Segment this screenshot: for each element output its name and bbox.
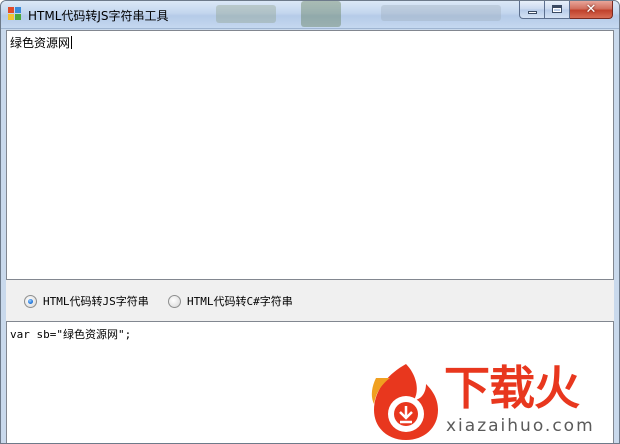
text-caret [71,36,73,49]
radio-html-to-csharp-label: HTML代码转C#字符串 [187,295,293,308]
close-button[interactable]: ✕ [570,1,613,19]
radio-html-to-js[interactable]: HTML代码转JS字符串 [24,293,149,309]
title-bar[interactable]: HTML代码转JS字符串工具 ✕ [1,1,619,29]
glass-reflection [216,5,276,23]
watermark-logo: 下载火 xiazaihuo.com [366,360,620,444]
html-input-textarea[interactable]: 绿色资源网 [6,30,614,280]
maximize-icon [552,5,562,13]
caption-buttons: ✕ [519,1,613,20]
radio-unselected-icon[interactable] [168,294,181,308]
glass-reflection [381,5,501,21]
glass-reflection [301,1,341,27]
window-title: HTML代码转JS字符串工具 [28,9,169,23]
radio-selected-icon[interactable] [24,294,37,308]
flame-logo-icon [371,364,438,440]
output-value: var sb="绿色资源网"; [10,328,132,341]
radio-html-to-csharp[interactable]: HTML代码转C#字符串 [168,293,293,309]
minimize-button[interactable] [519,1,545,19]
minimize-icon [528,11,537,14]
conversion-mode-group: HTML代码转JS字符串 HTML代码转C#字符串 [6,288,614,314]
watermark-brand-en: xiazaihuo.com [446,416,595,436]
app-icon [8,7,22,21]
close-icon: ✕ [585,2,597,17]
watermark-brand-cn: 下载火 [444,361,580,415]
maximize-button[interactable] [545,1,570,19]
html-input-value: 绿色资源网 [10,36,73,50]
radio-html-to-js-label: HTML代码转JS字符串 [43,295,149,308]
